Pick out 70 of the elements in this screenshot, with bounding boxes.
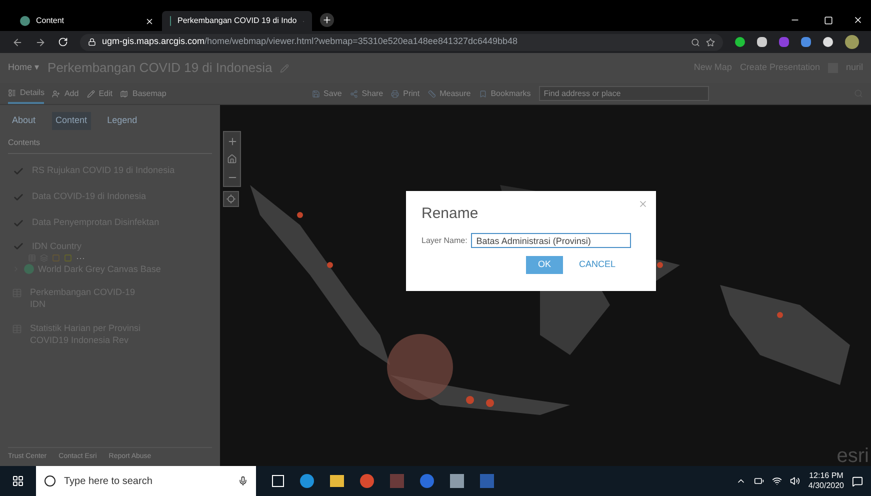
esri-logo: esri [836, 446, 869, 466]
checkbox[interactable] [12, 217, 24, 229]
cortana-icon [44, 475, 56, 487]
reload-icon[interactable] [58, 37, 68, 47]
extension-icon[interactable] [823, 37, 833, 47]
app-icon[interactable] [420, 474, 434, 488]
url-host: ugm-gis.maps.arcgis.com [102, 35, 205, 48]
toolbar-button[interactable]: Measure [428, 88, 471, 100]
toolbar-button[interactable]: Bookmarks [478, 88, 531, 100]
extension-icon[interactable] [735, 37, 745, 47]
network-icon[interactable] [772, 476, 782, 486]
address-bar[interactable]: ugm-gis.maps.arcgis.com/home/webmap/viewer.html?webmap=35310e520ea148ee841327dc6449bb48 [80, 34, 723, 50]
dialog-button[interactable]: CANCEL [578, 258, 616, 272]
add-icon [52, 90, 60, 98]
toolbar-button[interactable]: Edit [86, 83, 112, 104]
panel-tab[interactable]: Content [52, 112, 92, 130]
more-menu[interactable]: ··· [76, 254, 85, 262]
volume-icon[interactable] [790, 476, 800, 486]
dialog-title: Rename [422, 204, 480, 224]
app-icon[interactable] [300, 474, 314, 488]
save-icon [312, 90, 320, 98]
ruler-icon [428, 90, 436, 98]
clock-date[interactable]: 4/30/2020 [808, 481, 844, 491]
checkbox[interactable] [12, 191, 24, 203]
list-icon [8, 88, 16, 96]
notification-icon[interactable] [852, 476, 863, 486]
toolbar-button[interactable]: Print [391, 88, 420, 100]
profile-avatar[interactable] [845, 35, 859, 49]
map-icon [120, 90, 128, 98]
plus-icon [226, 136, 238, 146]
toolbar-button[interactable]: Share [350, 88, 384, 100]
toolbar-button[interactable]: Save [312, 88, 342, 100]
share-icon [350, 90, 358, 98]
battery-icon[interactable] [754, 476, 764, 486]
back-icon[interactable] [12, 36, 23, 48]
lock-icon [88, 38, 96, 46]
clock-time[interactable]: 12:16 PM [809, 471, 844, 481]
toolbar-button[interactable]: Add [52, 83, 79, 104]
panel-tab[interactable]: Legend [103, 112, 142, 130]
toolbar-button[interactable]: Basemap [120, 83, 166, 104]
dialog-button[interactable]: OK [526, 256, 563, 274]
app-icon[interactable] [360, 474, 374, 488]
locate-icon [226, 194, 236, 204]
home-menu[interactable]: Home ▾ [8, 61, 40, 75]
tab-title: Perkembangan COVID 19 di Indo [177, 15, 297, 27]
home-icon [227, 154, 237, 164]
microphone-icon[interactable] [238, 476, 248, 486]
locate-button[interactable] [223, 191, 239, 207]
print-icon [391, 90, 400, 98]
pencil-icon [86, 90, 95, 98]
panel-tab[interactable]: About [8, 112, 40, 130]
map-view[interactable]: esri Rename Layer Name: Batas Administrasi (Provinsi) OK CANCEL [220, 105, 871, 466]
start-icon[interactable] [12, 475, 24, 487]
forward-icon[interactable] [35, 36, 46, 48]
bookmark-star-icon[interactable] [706, 38, 715, 46]
field-label: Layer Name: [422, 234, 468, 246]
layer-name-field[interactable]: Batas Administrasi (Provinsi) [471, 233, 632, 248]
restore-icon[interactable] [824, 16, 833, 25]
bookmark-icon [478, 90, 487, 98]
contents-heading: Contents [8, 137, 212, 154]
taskbar-search[interactable]: Type here to search [36, 466, 256, 496]
url-path: /home/webmap/viewer.html?webmap=35310e520ea148ee841327dc6449bb48 [204, 35, 518, 48]
search-field[interactable]: Find address or place [538, 86, 709, 101]
zoom-icon[interactable] [691, 38, 700, 46]
checkbox[interactable] [12, 165, 24, 177]
new-tab-icon[interactable] [320, 13, 334, 27]
browser-tab[interactable]: Perkembangan COVID 19 di Indo [162, 11, 312, 31]
task-view-icon[interactable] [272, 475, 284, 487]
extension-icon[interactable] [757, 37, 767, 47]
tab-title: Content [36, 15, 66, 27]
